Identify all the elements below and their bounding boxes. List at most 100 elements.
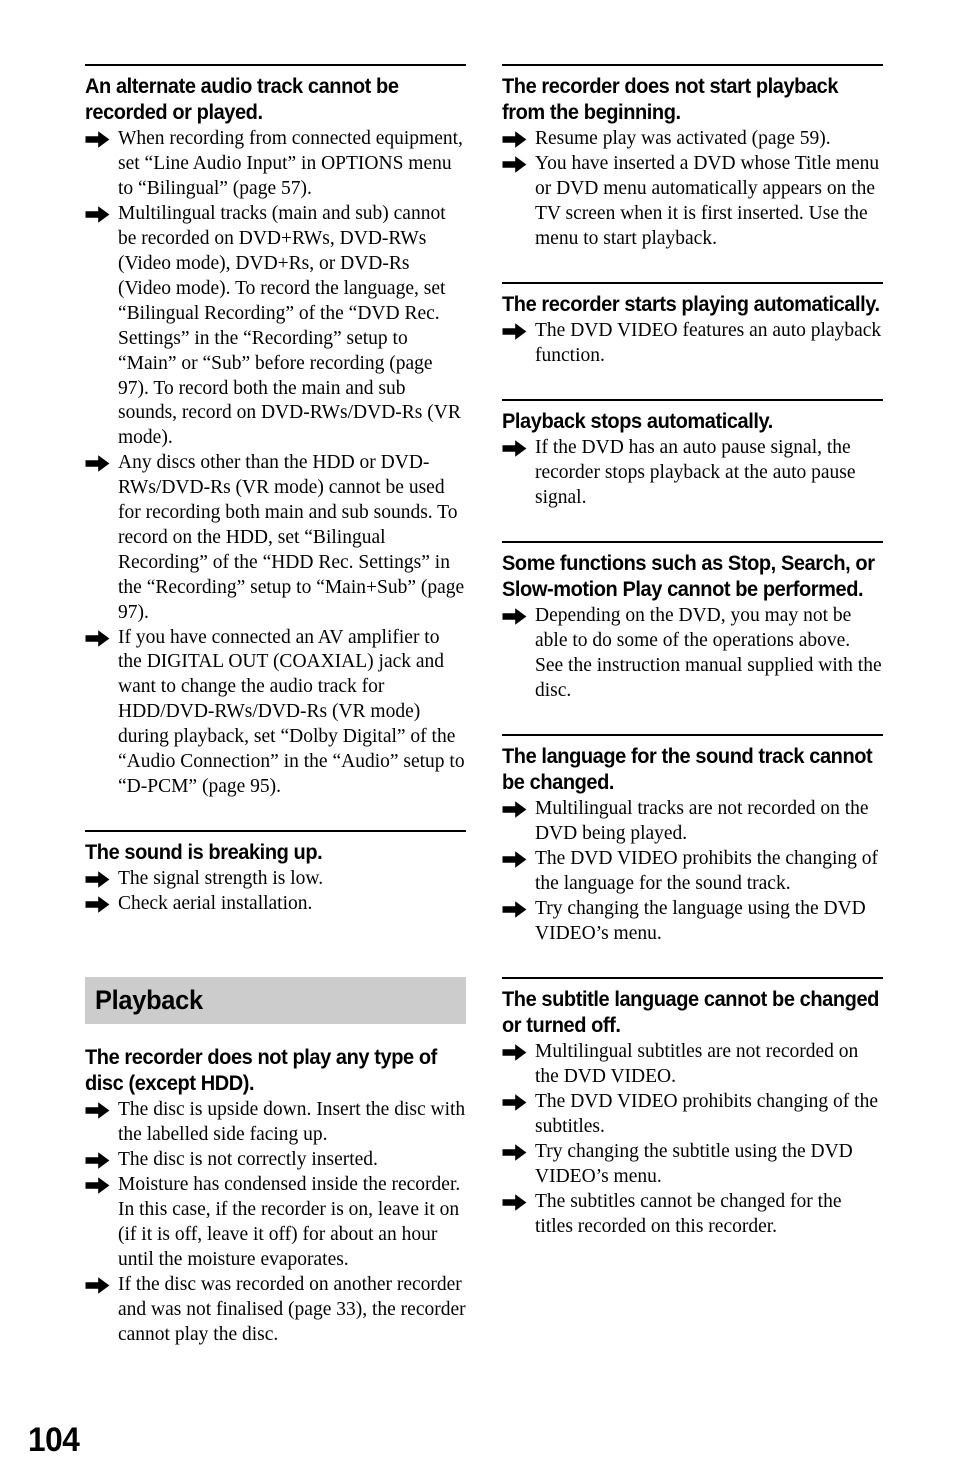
arrow-right-icon	[502, 1043, 527, 1062]
arrow-right-icon	[85, 1176, 110, 1195]
topic-heading: The recorder does not start playback fro…	[502, 74, 839, 125]
arrow-right-icon	[502, 1193, 527, 1212]
arrow-right-icon	[502, 439, 527, 458]
bullet-text: Any discs other than the HDD or DVD-RWs/…	[118, 452, 465, 623]
bullet-item: The subtitles cannot be changed for the …	[502, 1190, 883, 1240]
bullet-item: Check aerial installation.	[85, 892, 466, 917]
bullet-text: You have inserted a DVD whose Title menu…	[535, 153, 880, 250]
topic-bullet-list: Multilingual subtitles are not recorded …	[502, 1040, 883, 1239]
section-divider	[85, 64, 466, 66]
bullet-text: Multilingual subtitles are not recorded …	[535, 1041, 859, 1088]
arrow-right-icon	[85, 1276, 110, 1295]
bullet-text: If you have connected an AV amplifier to…	[118, 626, 465, 797]
bullet-text: Multilingual tracks are not recorded on …	[535, 798, 869, 845]
arrow-right-icon	[502, 607, 527, 626]
bullet-item: Resume play was activated (page 59).	[502, 127, 883, 152]
section-divider	[502, 399, 883, 401]
bullet-text: The DVD VIDEO prohibits changing of the …	[535, 1091, 878, 1138]
section-divider	[502, 976, 883, 979]
topic-bullet-list: When recording from connected equipment,…	[85, 127, 466, 799]
bullet-text: Multilingual tracks (main and sub) canno…	[118, 203, 461, 449]
bullet-item: Any discs other than the HDD or DVD-RWs/…	[85, 451, 466, 625]
topic-bullet-list: Depending on the DVD, you may not be abl…	[502, 604, 883, 704]
bullet-item: Multilingual tracks are not recorded on …	[502, 797, 883, 847]
bullet-item: The signal strength is low.	[85, 867, 466, 892]
manual-page: An alternate audio track cannot be recor…	[0, 0, 954, 1483]
bullet-item: The DVD VIDEO prohibits changing of the …	[502, 1090, 883, 1140]
bullet-text: Depending on the DVD, you may not be abl…	[535, 605, 882, 702]
bullet-text: The DVD VIDEO features an auto playback …	[535, 320, 882, 367]
arrow-right-icon	[85, 895, 110, 914]
topic-bullet-list: The signal strength is low. Check aerial …	[85, 867, 466, 917]
bullet-text: The DVD VIDEO prohibits the changing of …	[535, 848, 878, 895]
arrow-right-icon	[502, 800, 527, 819]
bullet-text: Check aerial installation.	[118, 893, 313, 915]
arrow-right-icon	[85, 205, 110, 224]
bullet-item: If you have connected an AV amplifier to…	[85, 626, 466, 800]
arrow-right-icon	[502, 1093, 527, 1112]
topic-bullet-list: The DVD VIDEO features an auto playback …	[502, 319, 883, 369]
arrow-right-icon	[502, 850, 527, 869]
topic-heading: Some functions such as Stop, Search, or …	[502, 550, 875, 602]
arrow-right-icon	[502, 900, 527, 919]
arrow-right-icon	[502, 155, 527, 174]
section-divider	[502, 734, 883, 736]
bullet-item: Try changing the language using the DVD …	[502, 897, 883, 947]
arrow-right-icon	[85, 870, 110, 889]
arrow-right-icon	[85, 629, 110, 648]
bullet-text: If the DVD has an auto pause signal, the…	[535, 437, 856, 509]
bullet-text: The signal strength is low.	[118, 868, 324, 890]
bullet-item: The disc is upside down. Insert the disc…	[85, 1098, 466, 1148]
topic-heading: The language for the sound track cannot …	[502, 744, 873, 795]
bullet-item: When recording from connected equipment,…	[85, 127, 466, 202]
section-divider	[502, 281, 883, 284]
bullet-item: If the disc was recorded on another reco…	[85, 1273, 466, 1348]
bullet-item: Multilingual subtitles are not recorded …	[502, 1040, 883, 1090]
arrow-right-icon	[502, 322, 527, 341]
arrow-right-icon	[85, 454, 110, 473]
arrow-right-icon	[502, 130, 527, 149]
bullet-item: Multilingual tracks (main and sub) canno…	[85, 202, 466, 451]
bullet-text: The subtitles cannot be changed for the …	[535, 1190, 842, 1237]
bullet-item: The disc is not correctly inserted.	[85, 1148, 466, 1173]
topic-bullet-list: Multilingual tracks are not recorded on …	[502, 797, 883, 946]
left-column: An alternate audio track cannot be recor…	[85, 64, 466, 1347]
section-title: Playback	[95, 984, 203, 1015]
bullet-text: Resume play was activated (page 59).	[535, 128, 831, 150]
topic-heading: The recorder starts playing automaticall…	[502, 291, 880, 316]
bullet-item: The DVD VIDEO prohibits the changing of …	[502, 847, 883, 897]
section-divider	[502, 540, 883, 543]
bullet-item: The DVD VIDEO features an auto playback …	[502, 319, 883, 369]
bullet-text: If the disc was recorded on another reco…	[118, 1273, 466, 1345]
arrow-right-icon	[502, 1143, 527, 1162]
topic-heading: The subtitle language cannot be changed …	[502, 986, 879, 1038]
bullet-text: Moisture has condensed inside the record…	[118, 1174, 461, 1270]
topic-heading: Playback stops automatically.	[502, 409, 773, 433]
topic-heading: An alternate audio track cannot be recor…	[85, 74, 399, 125]
page-number: 104	[28, 1421, 80, 1459]
bullet-item: Try changing the subtitle using the DVD …	[502, 1140, 883, 1190]
bullet-item: Depending on the DVD, you may not be abl…	[502, 604, 883, 704]
topic-heading: The sound is breaking up.	[85, 839, 323, 864]
arrow-right-icon	[85, 1101, 110, 1120]
bullet-item: Moisture has condensed inside the record…	[85, 1173, 466, 1273]
section-divider	[85, 829, 466, 832]
bullet-text: Try changing the subtitle using the DVD …	[535, 1140, 853, 1187]
bullet-text: The disc is not correctly inserted.	[118, 1149, 378, 1171]
topic-heading: The recorder does not play any type of d…	[85, 1044, 437, 1096]
section-divider	[502, 64, 883, 66]
right-column: The recorder does not start playback fro…	[502, 64, 883, 1240]
topic-bullet-list: If the DVD has an auto pause signal, the…	[502, 436, 883, 511]
topic-bullet-list: Resume play was activated (page 59). You …	[502, 127, 883, 252]
bullet-item: If the DVD has an auto pause signal, the…	[502, 436, 883, 511]
section-band: Playback	[85, 976, 466, 1024]
arrow-right-icon	[85, 130, 110, 149]
